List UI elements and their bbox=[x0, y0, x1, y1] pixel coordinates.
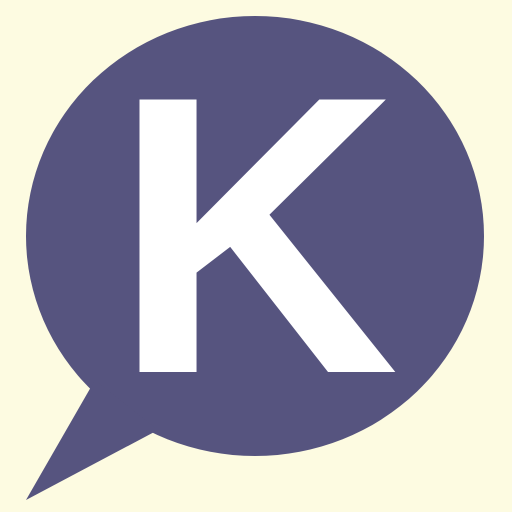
speech-bubble-icon: K bbox=[0, 0, 512, 512]
app-icon: K bbox=[0, 0, 512, 512]
brand-letter: K bbox=[113, 14, 399, 456]
